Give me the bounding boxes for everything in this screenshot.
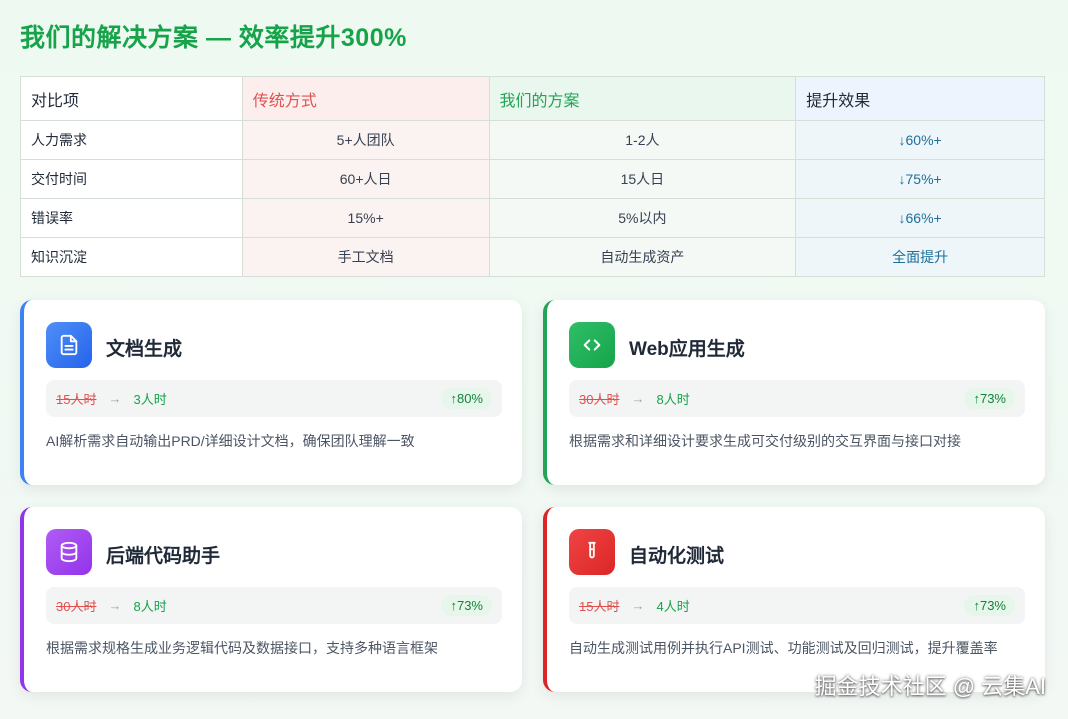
old-effort: 30人时 — [579, 392, 620, 407]
header-improvement: 提升效果 — [795, 76, 1045, 121]
arrow-right-icon: → — [631, 598, 645, 613]
improvement-badge: ↑73% — [964, 595, 1015, 616]
card-title: 后端代码助手 — [106, 546, 221, 567]
improvement-badge: ↑73% — [441, 595, 492, 616]
card-title: 自动化测试 — [629, 546, 725, 567]
table-cell: 15人日 — [488, 159, 797, 199]
feature-card-backend: 后端代码助手 30人时 → 8人时 ↑73% 根据需求规格生成业务逻辑代码及数据… — [20, 507, 522, 692]
table-cell: ↓66%+ — [795, 198, 1045, 238]
card-title: 文档生成 — [106, 339, 183, 360]
effort-bar: 30人时 → 8人时 ↑73% — [569, 380, 1025, 417]
card-description: AI解析需求自动输出PRD/详细设计文档，确保团队理解一致 — [46, 433, 415, 449]
header-traditional: 传统方式 — [241, 76, 490, 121]
feature-card-web: Web应用生成 30人时 → 8人时 ↑73% 根据需求和详细设计要求生成可交付… — [543, 300, 1045, 485]
table-row: 交付时间 60+人日 15人日 ↓75%+ — [20, 159, 1045, 199]
test-tube-icon — [569, 529, 615, 575]
feature-card-testing: 自动化测试 15人时 → 4人时 ↑73% 自动生成测试用例并执行API测试、功… — [543, 507, 1045, 692]
table-cell: 人力需求 — [20, 120, 243, 160]
arrow-right-icon: → — [631, 391, 645, 406]
code-icon — [569, 322, 615, 368]
table-row: 知识沉淀 手工文档 自动生成资产 全面提升 — [20, 237, 1045, 277]
table-cell: ↓75%+ — [795, 159, 1045, 199]
table-cell: 知识沉淀 — [20, 237, 243, 277]
table-cell: 5+人团队 — [241, 120, 490, 160]
table-cell: 60+人日 — [241, 159, 490, 199]
arrow-right-icon: → — [108, 391, 122, 406]
table-cell: 5%以内 — [488, 198, 797, 238]
table-cell: 交付时间 — [20, 159, 243, 199]
improvement-badge: ↑80% — [441, 388, 492, 409]
new-effort: 4人时 — [656, 599, 690, 614]
card-description: 根据需求规格生成业务逻辑代码及数据接口，支持多种语言框架 — [46, 640, 438, 656]
new-effort: 3人时 — [133, 392, 167, 407]
card-description: 根据需求和详细设计要求生成可交付级别的交互界面与接口对接 — [569, 433, 961, 449]
old-effort: 30人时 — [56, 599, 97, 614]
table-row: 错误率 15%+ 5%以内 ↓66%+ — [20, 198, 1045, 238]
database-icon — [46, 529, 92, 575]
table-cell: 1-2人 — [488, 120, 797, 160]
improvement-badge: ↑73% — [964, 388, 1015, 409]
table-cell: 全面提升 — [795, 237, 1045, 277]
arrow-right-icon: → — [108, 598, 122, 613]
table-cell: 自动生成资产 — [488, 237, 797, 277]
table-cell: ↓60%+ — [795, 120, 1045, 160]
new-effort: 8人时 — [656, 392, 690, 407]
old-effort: 15人时 — [56, 392, 97, 407]
table-cell: 15%+ — [241, 198, 490, 238]
comparison-table: 对比项 传统方式 我们的方案 提升效果 人力需求 5+人团队 1-2人 ↓60%… — [20, 76, 1045, 277]
effort-bar: 15人时 → 3人时 ↑80% — [46, 380, 502, 417]
feature-card-docs: 文档生成 15人时 → 3人时 ↑80% AI解析需求自动输出PRD/详细设计文… — [20, 300, 522, 485]
document-icon — [46, 322, 92, 368]
effort-bar: 15人时 → 4人时 ↑73% — [569, 587, 1025, 624]
table-row: 人力需求 5+人团队 1-2人 ↓60%+ — [20, 120, 1045, 160]
header-our-solution: 我们的方案 — [488, 76, 797, 121]
card-title: Web应用生成 — [629, 339, 745, 360]
effort-bar: 30人时 → 8人时 ↑73% — [46, 587, 502, 624]
old-effort: 15人时 — [579, 599, 620, 614]
table-cell: 错误率 — [20, 198, 243, 238]
card-description: 自动生成测试用例并执行API测试、功能测试及回归测试，提升覆盖率 — [569, 640, 998, 656]
watermark: 掘金技术社区 @ 云集AI — [814, 674, 1046, 699]
table-header-row: 对比项 传统方式 我们的方案 提升效果 — [20, 76, 1045, 121]
page-title: 我们的解决方案 — 效率提升300% — [20, 24, 407, 52]
table-cell: 手工文档 — [241, 237, 490, 277]
new-effort: 8人时 — [133, 599, 167, 614]
header-item: 对比项 — [20, 76, 243, 121]
